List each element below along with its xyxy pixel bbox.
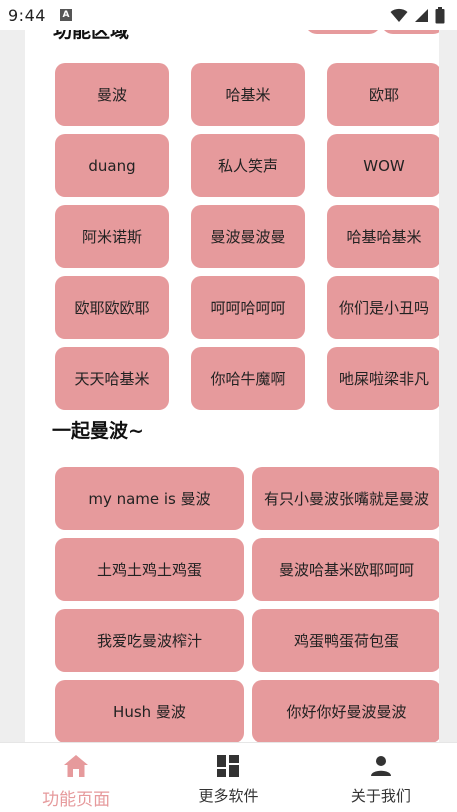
nav-item-more-apps[interactable]: 更多软件 [152, 743, 304, 812]
bottom-nav: 功能页面 更多软件 关于我们 [0, 742, 457, 812]
notification-icon: A [59, 9, 72, 21]
replay-button[interactable]: 重播 [305, 30, 381, 34]
sound-button[interactable]: 天天哈基米 [55, 347, 169, 410]
mambo-button[interactable]: 你好你好曼波曼波 [252, 680, 439, 742]
sound-button[interactable]: 你们是小丑吗 [327, 276, 439, 339]
sound-button[interactable]: 哈基哈基米 [327, 205, 439, 268]
section-header-partial: 功能区域 重播 暂停 [25, 30, 439, 50]
sound-button[interactable]: 私人笑声 [191, 134, 305, 197]
sound-button[interactable]: 你哈牛魔啊 [191, 347, 305, 410]
dashboard-icon [215, 753, 241, 779]
wifi-icon [390, 8, 408, 22]
pause-button[interactable]: 暂停 [381, 30, 439, 34]
sound-button[interactable]: 曼波 [55, 63, 169, 126]
sound-button[interactable]: 吔屎啦梁非凡 [327, 347, 439, 410]
signal-icon [415, 8, 428, 22]
mambo-button[interactable]: 有只小曼波张嘴就是曼波 [252, 467, 439, 530]
section-title-mambo: 一起曼波~ [52, 420, 144, 442]
sound-button[interactable]: 欧耶 [327, 63, 439, 126]
left-margin-strip [0, 30, 25, 742]
mambo-button[interactable]: Hush 曼波 [55, 680, 244, 742]
person-icon [368, 753, 394, 779]
status-icons [390, 6, 445, 24]
mambo-button[interactable]: 土鸡土鸡土鸡蛋 [55, 538, 244, 601]
sound-button[interactable]: 欧耶欧欧耶 [55, 276, 169, 339]
scroll-content[interactable]: 功能区域 重播 暂停 曼波 哈基米 欧耶 duang 私人笑声 WOW 阿米诺斯… [25, 30, 439, 742]
right-margin-strip [439, 30, 457, 742]
nav-label: 更多软件 [198, 787, 259, 805]
sound-button[interactable]: 阿米诺斯 [55, 205, 169, 268]
sound-button[interactable]: 哈基米 [191, 63, 305, 126]
home-icon [63, 753, 89, 779]
mambo-button[interactable]: 鸡蛋鸭蛋荷包蛋 [252, 609, 439, 672]
mambo-grid: my name is 曼波 有只小曼波张嘴就是曼波 土鸡土鸡土鸡蛋 曼波哈基米欧… [55, 467, 439, 742]
mambo-button[interactable]: my name is 曼波 [55, 467, 244, 530]
sound-button[interactable]: 曼波曼波曼 [191, 205, 305, 268]
mambo-button[interactable]: 我爱吃曼波榨汁 [55, 609, 244, 672]
sound-grid: 曼波 哈基米 欧耶 duang 私人笑声 WOW 阿米诺斯 曼波曼波曼 哈基哈基… [55, 63, 439, 410]
sound-button[interactable]: WOW [327, 134, 439, 197]
nav-label: 关于我们 [350, 787, 411, 805]
nav-item-about[interactable]: 关于我们 [305, 743, 457, 812]
nav-item-features[interactable]: 功能页面 [0, 743, 152, 812]
sound-button[interactable]: 呵呵哈呵呵 [191, 276, 305, 339]
mambo-button[interactable]: 曼波哈基米欧耶呵呵 [252, 538, 439, 601]
nav-label: 功能页面 [42, 790, 111, 810]
section-title-partial: 功能区域 [53, 30, 130, 42]
status-bar: 9:44 A [0, 0, 457, 30]
battery-icon [435, 6, 445, 23]
sound-button[interactable]: duang [55, 134, 169, 197]
status-time: 9:44 [8, 5, 46, 25]
